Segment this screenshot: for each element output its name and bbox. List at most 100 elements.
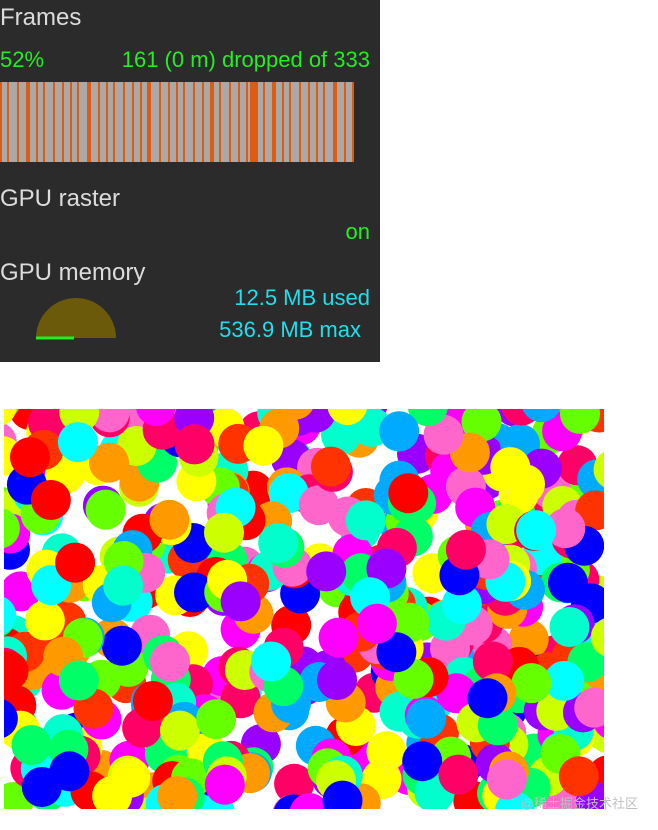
dropped-frame-stripe — [344, 82, 346, 162]
gpu-raster-title: GPU raster — [0, 185, 121, 212]
circle — [110, 757, 151, 798]
dropped-frame-stripe — [7, 82, 9, 162]
dropped-frame-stripe — [202, 82, 204, 162]
dropped-frame-block — [250, 82, 258, 162]
circle — [366, 731, 407, 772]
dropped-frame-stripe — [140, 82, 142, 162]
circle — [318, 617, 359, 658]
dropped-frame-stripe — [289, 82, 291, 162]
circle — [220, 581, 261, 622]
dropped-frame-stripe — [123, 82, 125, 162]
circle — [317, 660, 358, 700]
circle — [438, 754, 479, 795]
dropped-frame-stripe — [17, 82, 19, 162]
dropped-frame-stripe — [0, 82, 2, 162]
gpu-raster-status: on — [345, 219, 370, 244]
circle — [58, 660, 99, 701]
gpu-memory-used: 12.5 MB used — [234, 285, 370, 310]
circle — [149, 499, 190, 540]
dropped-frame-stripe — [147, 82, 151, 162]
gpu-memory-max: 536.9 MB max — [219, 317, 361, 342]
circle — [516, 510, 557, 551]
circle — [196, 699, 237, 740]
circle — [467, 678, 508, 719]
circles-canvas — [4, 409, 604, 809]
dropped-frame-stripe — [229, 82, 231, 162]
dropped-frame-stripe — [282, 82, 284, 162]
dropped-frame-stripe — [316, 82, 318, 162]
circle — [388, 473, 429, 514]
dropped-frame-stripe — [43, 82, 45, 162]
dropped-frame-stripe — [168, 82, 170, 162]
dropped-frame-stripe — [246, 82, 248, 162]
circle — [549, 607, 590, 647]
circle — [406, 698, 447, 739]
circle — [55, 542, 96, 583]
dropped-frame-stripe — [106, 82, 108, 162]
circle — [490, 447, 531, 488]
circle — [30, 480, 71, 520]
circle — [49, 751, 90, 792]
dropped-frame-stripe — [113, 82, 115, 162]
circle — [402, 741, 443, 782]
dropped-frame-stripe — [308, 82, 310, 162]
circle — [57, 422, 98, 463]
frames-percent: 52% — [0, 47, 45, 72]
circle — [547, 562, 588, 603]
circle — [132, 681, 173, 721]
dropped-frame-stripe — [272, 82, 276, 162]
circle — [159, 710, 200, 751]
dropped-frame-stripe — [26, 82, 30, 162]
circle — [379, 411, 420, 452]
dropped-frame-stripe — [70, 82, 72, 162]
circle — [558, 756, 599, 797]
circle — [258, 523, 299, 564]
circle — [306, 551, 347, 592]
dropped-frame-stripe — [323, 82, 325, 162]
circle — [10, 437, 50, 478]
circle — [11, 725, 52, 766]
circles-graphic — [4, 409, 604, 809]
dropped-frame-stripe — [193, 82, 195, 162]
dropped-frame-stripe — [87, 82, 91, 162]
dropped-frame-stripe — [132, 82, 134, 162]
dropped-frame-stripe — [210, 82, 214, 162]
frames-timeline-bar — [0, 82, 354, 162]
performance-hud: Frames 52% 161 (0 m) dropped of 333 GPU … — [0, 0, 380, 362]
dropped-frame-stripe — [183, 82, 185, 162]
dropped-frame-stripe — [238, 82, 240, 162]
watermark: @稀土掘金技术社区 — [520, 796, 638, 811]
circle — [243, 425, 284, 466]
gpu-memory-gauge — [36, 298, 116, 340]
circle — [24, 600, 65, 641]
gauge-arc — [36, 298, 116, 338]
dropped-frame-stripe — [333, 82, 337, 162]
dropped-frame-stripe — [176, 82, 178, 162]
dropped-frame-stripe — [53, 82, 55, 162]
dropped-frame-stripe — [77, 82, 79, 162]
circle — [174, 424, 215, 465]
dropped-frame-stripe — [159, 82, 161, 162]
circle — [204, 764, 245, 805]
dropped-frame-stripe — [219, 82, 221, 162]
circle — [356, 603, 397, 644]
circle — [101, 625, 142, 666]
dropped-frame-stripe — [98, 82, 100, 162]
circle — [251, 641, 292, 682]
dropped-frame-stripe — [352, 82, 354, 162]
circle — [149, 641, 190, 682]
dropped-frame-stripe — [299, 82, 301, 162]
dropped-frame-stripe — [36, 82, 38, 162]
circle — [204, 512, 244, 553]
circle — [445, 529, 486, 570]
circle — [310, 446, 351, 487]
dropped-frame-stripe — [62, 82, 64, 162]
gpu-memory-title: GPU memory — [0, 259, 146, 286]
frames-timeline-graphic — [0, 82, 354, 162]
circle — [103, 565, 144, 606]
frames-title: Frames — [0, 4, 82, 31]
circle — [511, 663, 552, 704]
frames-summary: 161 (0 m) dropped of 333 — [121, 47, 370, 72]
circle — [345, 500, 386, 541]
circle — [85, 489, 126, 530]
